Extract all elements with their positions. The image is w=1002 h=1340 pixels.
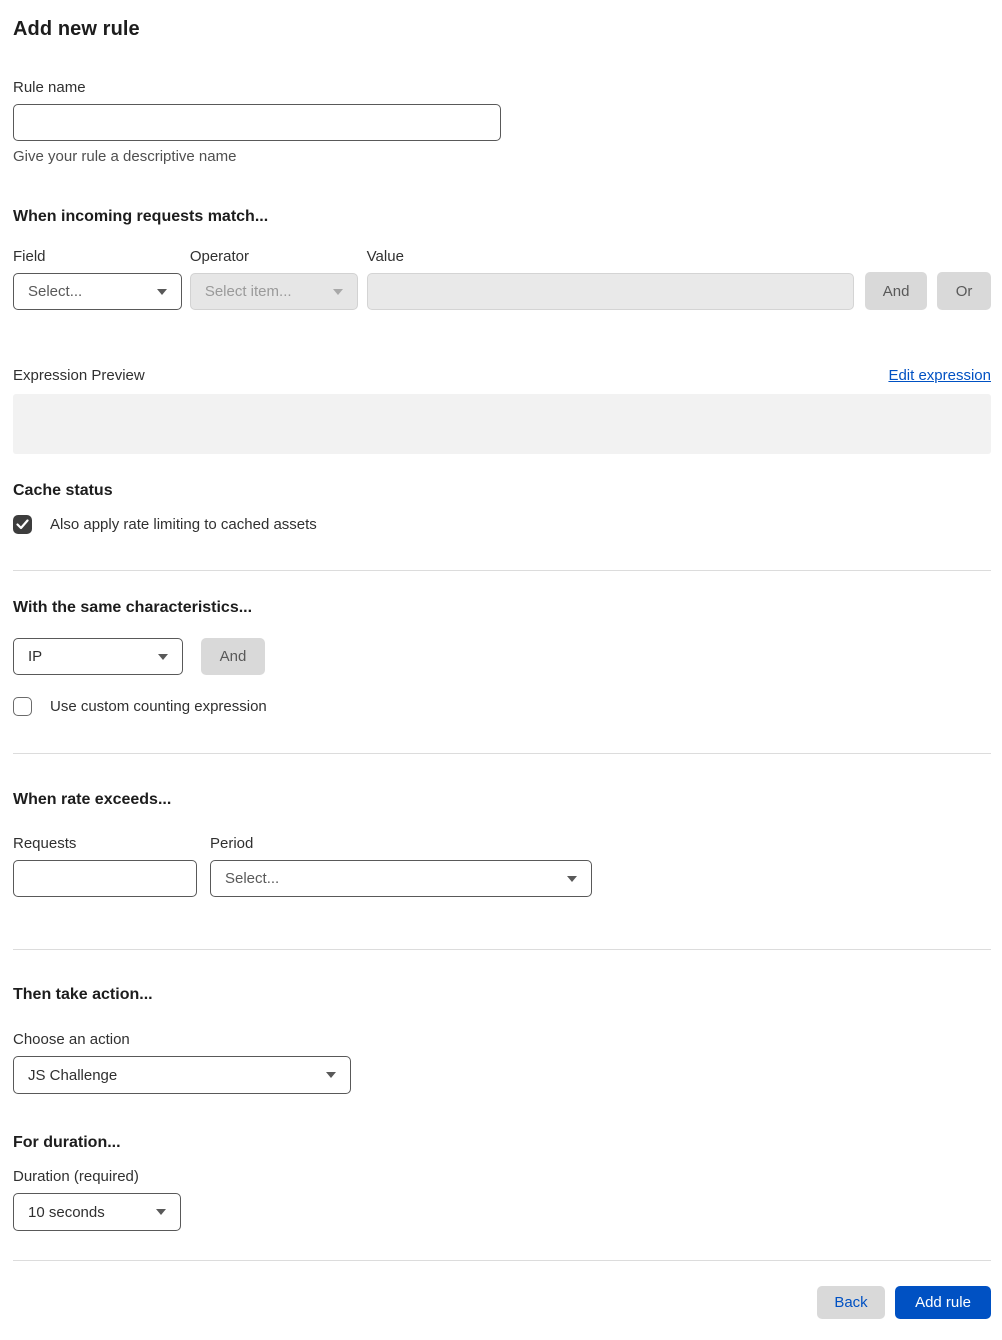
period-label: Period xyxy=(210,835,254,852)
match-section: When incoming requests match... Field Se… xyxy=(13,208,992,454)
rule-name-input[interactable] xyxy=(13,104,501,141)
section-divider xyxy=(13,949,991,950)
characteristics-section: With the same characteristics... IP And … xyxy=(13,599,991,716)
characteristics-heading: With the same characteristics... xyxy=(13,599,253,616)
cached-assets-checkbox-label[interactable]: Also apply rate limiting to cached asset… xyxy=(50,516,317,533)
cached-assets-checkbox[interactable] xyxy=(13,515,32,534)
duration-select-value: 10 seconds xyxy=(28,1203,105,1221)
and-button[interactable]: And xyxy=(865,272,928,310)
custom-counting-checkbox[interactable] xyxy=(13,697,32,716)
characteristic-select-value: IP xyxy=(28,648,43,665)
footer-divider xyxy=(13,1260,991,1261)
action-section: Then take action... Choose an action JS … xyxy=(13,986,991,1094)
chevron-down-icon xyxy=(567,875,577,882)
chevron-down-icon xyxy=(156,1209,166,1215)
characteristic-select[interactable]: IP xyxy=(13,638,183,675)
chevron-down-icon xyxy=(326,1072,336,1078)
requests-column: Requests xyxy=(13,835,197,897)
cache-status-section: Cache status Also apply rate limiting to… xyxy=(13,482,991,534)
expression-preview-row: Expression Preview Edit expression xyxy=(13,367,991,384)
cache-status-heading: Cache status xyxy=(13,482,113,499)
rate-heading: When rate exceeds... xyxy=(13,791,172,808)
check-icon xyxy=(16,519,29,530)
match-heading: When incoming requests match... xyxy=(13,208,269,225)
duration-label: Duration (required) xyxy=(13,1168,139,1185)
counting-expression-row: Use custom counting expression xyxy=(13,697,991,716)
chevron-down-icon xyxy=(156,288,167,295)
or-button[interactable]: Or xyxy=(937,272,992,310)
operator-select: Select item... xyxy=(189,273,358,310)
field-label: Field xyxy=(13,248,46,265)
duration-section: For duration... Duration (required) 10 s… xyxy=(13,1134,991,1231)
characteristics-row: IP And xyxy=(13,638,991,675)
back-button[interactable]: Back xyxy=(817,1286,885,1319)
operator-select-value: Select item... xyxy=(204,283,292,300)
period-column: Period Select... xyxy=(210,835,592,897)
cache-checkbox-row: Also apply rate limiting to cached asset… xyxy=(13,515,991,534)
field-select[interactable]: Select... xyxy=(13,273,182,310)
rule-name-help: Give your rule a descriptive name xyxy=(13,148,237,165)
requests-input[interactable] xyxy=(13,860,197,897)
operator-column: Operator Select item... xyxy=(189,248,358,310)
rule-name-label: Rule name xyxy=(13,79,86,96)
expression-preview-label: Expression Preview xyxy=(13,367,145,384)
chevron-down-icon xyxy=(158,653,168,660)
add-rule-form: Add new rule Rule name Give your rule a … xyxy=(0,0,1002,1319)
expression-preview-box xyxy=(13,394,991,454)
value-column: Value xyxy=(366,248,855,310)
requests-label: Requests xyxy=(13,835,77,852)
chevron-down-icon xyxy=(332,288,343,295)
edit-expression-link[interactable]: Edit expression xyxy=(888,367,991,384)
custom-counting-checkbox-label[interactable]: Use custom counting expression xyxy=(50,698,267,715)
operator-label: Operator xyxy=(189,248,250,265)
duration-select[interactable]: 10 seconds xyxy=(13,1193,181,1231)
characteristics-and-button[interactable]: And xyxy=(201,638,265,675)
value-label: Value xyxy=(366,248,404,265)
add-rule-button[interactable]: Add rule xyxy=(895,1286,991,1319)
duration-heading: For duration... xyxy=(13,1134,121,1151)
value-input xyxy=(366,273,855,310)
field-column: Field Select... xyxy=(13,248,182,310)
rule-name-block: Rule name Give your rule a descriptive n… xyxy=(13,79,991,165)
page-title: Add new rule xyxy=(13,18,140,40)
period-select-value: Select... xyxy=(225,870,280,887)
rate-section: When rate exceeds... Requests Period Sel… xyxy=(13,791,991,897)
action-select[interactable]: JS Challenge xyxy=(13,1056,351,1094)
action-heading: Then take action... xyxy=(13,986,153,1003)
action-select-value: JS Challenge xyxy=(28,1066,118,1084)
field-select-value: Select... xyxy=(28,283,83,300)
rate-row: Requests Period Select... xyxy=(13,835,991,897)
section-divider xyxy=(13,570,991,571)
period-select[interactable]: Select... xyxy=(210,860,592,897)
action-label: Choose an action xyxy=(13,1031,130,1048)
footer-actions: Back Add rule xyxy=(13,1286,991,1319)
section-divider xyxy=(13,753,991,754)
match-row: Field Select... Operator Select item... … xyxy=(13,248,992,310)
